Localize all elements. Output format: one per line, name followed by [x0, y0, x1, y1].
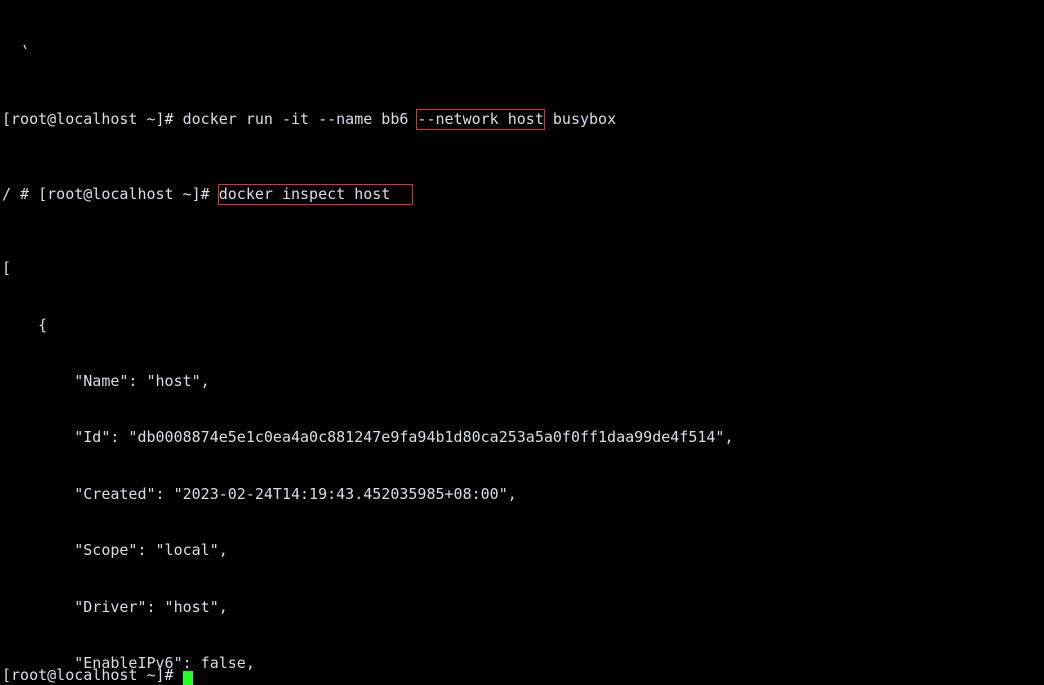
- terminal-scrollback-partial-line: (: [0, 45, 1044, 52]
- terminal-screen: ( [root@localhost ~]# docker run -it --n…: [0, 0, 1044, 685]
- terminal-line-open-brace: {: [2, 315, 48, 334]
- terminal-window[interactable]: ( [root@localhost ~]# docker run -it --n…: [0, 0, 1044, 685]
- shell-prompt: [root@localhost ~]#: [2, 668, 183, 684]
- terminal-line-driver: "Driver": "host",: [2, 597, 228, 616]
- terminal-line-docker-inspect: / # [root@localhost ~]# docker inspect h…: [0, 183, 1044, 205]
- docker-run-suffix: busybox: [543, 109, 617, 128]
- terminal-line-open-bracket: [: [2, 259, 12, 278]
- docker-inspect-prefix: / # [root@localhost ~]#: [2, 184, 219, 203]
- terminal-line-scope: "Scope": "local",: [2, 541, 228, 560]
- terminal-line-id: "Id": "db0008874e5e1c0ea4a0c881247e9fa94…: [2, 428, 734, 447]
- terminal-line-name: "Name": "host",: [2, 371, 210, 390]
- scrollback-ghost-text: (: [2, 45, 29, 52]
- terminal-line-docker-run: [root@localhost ~]# docker run -it --nam…: [0, 108, 1044, 130]
- docker-run-prefix: [root@localhost ~]# docker run -it --nam…: [2, 109, 418, 128]
- terminal-line-created: "Created": "2023-02-24T14:19:43.45203598…: [2, 484, 517, 503]
- docker-inspect-highlight: docker inspect host: [217, 183, 414, 205]
- text-cursor: [182, 671, 193, 685]
- terminal-prompt-line[interactable]: [root@localhost ~]#: [0, 668, 1044, 685]
- network-host-highlight: --network host: [416, 108, 545, 130]
